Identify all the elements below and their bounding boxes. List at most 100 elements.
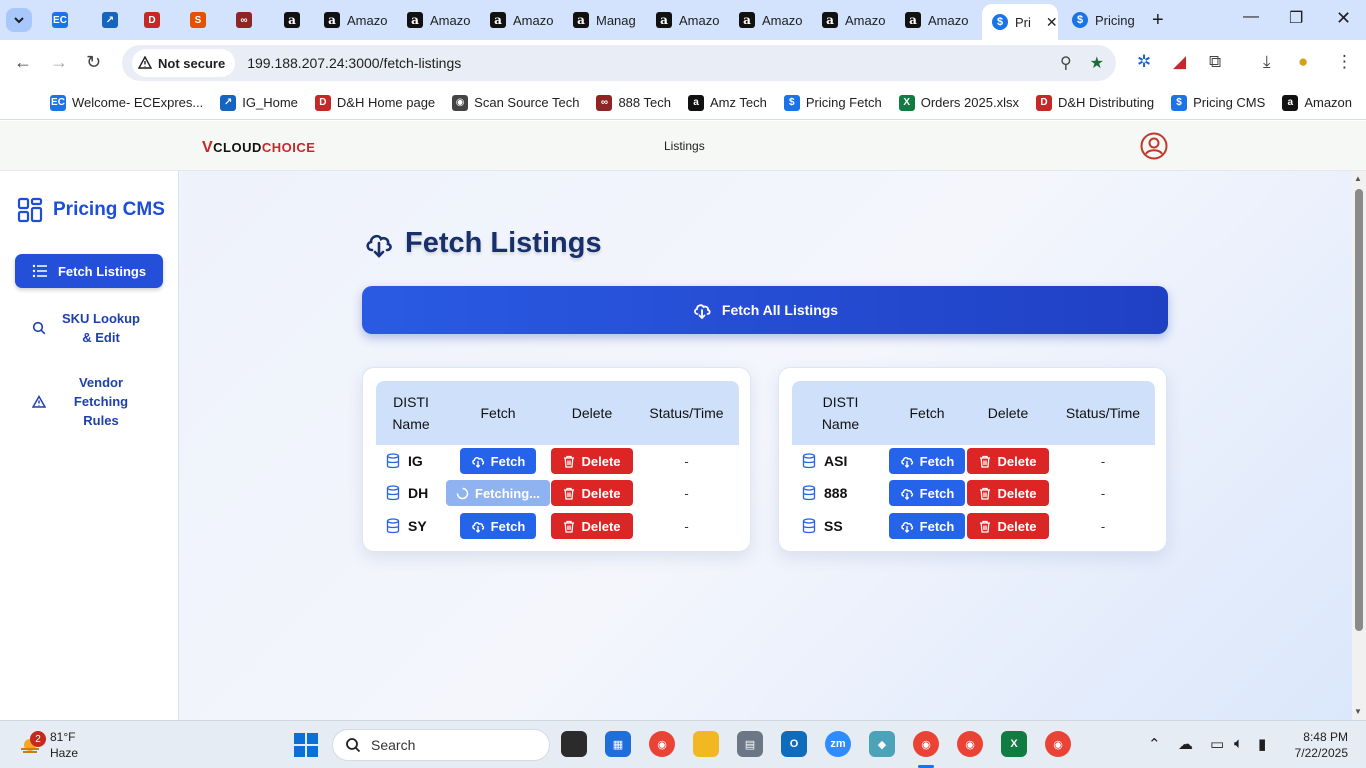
delete-button[interactable]: Delete <box>967 513 1049 539</box>
browser-toolbar: ← → ↻ Not secure 199.188.207.24:3000/fet… <box>0 40 1366 86</box>
onedrive-icon[interactable]: ☁ <box>1178 735 1193 753</box>
back-icon[interactable]: ← <box>14 52 32 73</box>
browser-tab[interactable]: a Amazo <box>397 4 477 36</box>
bookmark-star-icon[interactable]: ★ <box>1090 53 1104 73</box>
security-chip[interactable]: Not secure <box>132 49 236 77</box>
zoom-icon[interactable]: ⚲ <box>1060 53 1072 73</box>
bookmark-item[interactable]: D D&H Home page <box>314 94 435 111</box>
browser-tab[interactable]: a Amazo <box>812 4 892 36</box>
url-text[interactable]: 199.188.207.24:3000/fetch-listings <box>247 55 461 71</box>
page-scrollbar[interactable]: ▲ ▼ <box>1352 171 1366 720</box>
bookmark-item[interactable]: ◉ Scan Source Tech <box>452 94 579 111</box>
tray-chevron-icon[interactable]: ⌃ <box>1148 735 1161 753</box>
display-icon[interactable]: ▭ <box>1210 735 1224 753</box>
browser-tab[interactable]: ↗ <box>92 4 130 36</box>
extensions-puzzle-icon[interactable]: ⧉ <box>1209 52 1221 72</box>
taskbar-search-box[interactable]: Search <box>332 729 550 761</box>
fetch-button[interactable]: Fetch <box>889 448 965 474</box>
bookmark-item[interactable]: $ Pricing Fetch <box>783 94 882 111</box>
nav-listings-link[interactable]: Listings <box>664 139 705 153</box>
browser-tab[interactable]: D <box>134 4 174 36</box>
fetch-button[interactable]: Fetch <box>460 448 536 474</box>
volume-icon[interactable]: 🔈︎ <box>1234 735 1243 752</box>
delete-button[interactable]: Delete <box>967 448 1049 474</box>
browser-tab[interactable]: a <box>274 4 310 36</box>
reload-icon[interactable]: ↻ <box>86 52 101 73</box>
address-bar[interactable]: Not secure 199.188.207.24:3000/fetch-lis… <box>122 45 1116 81</box>
scroll-up-icon[interactable]: ▲ <box>1354 174 1362 183</box>
amazon-icon: a <box>905 12 921 28</box>
browser-tab[interactable]: EC <box>42 4 82 36</box>
sidebar-item-sku-lookup[interactable]: SKU Lookup & Edit <box>15 309 163 347</box>
calculator-icon[interactable]: ▤ <box>737 731 763 757</box>
delete-button[interactable]: Delete <box>967 480 1049 506</box>
delete-button[interactable]: Delete <box>551 513 633 539</box>
vcloudchoice-logo[interactable]: VCLOUDCHOICE <box>202 139 315 157</box>
chrome-profile-2-icon[interactable]: ◉ <box>957 731 983 757</box>
browser-tab[interactable]: a Amazo <box>895 4 975 36</box>
browser-tab[interactable]: S <box>180 4 220 36</box>
weather-widget[interactable]: 2 81°F Haze <box>18 729 78 761</box>
amazon-icon: a <box>324 12 340 28</box>
bookmark-favicon-icon: $ <box>783 94 800 111</box>
maximize-icon[interactable]: ❐ <box>1289 8 1303 28</box>
delete-button[interactable]: Delete <box>551 448 633 474</box>
browser-tab[interactable]: $ Pricing <box>1062 4 1146 36</box>
system-clock[interactable]: 8:48 PM 7/22/2025 <box>1290 729 1348 761</box>
download-icon[interactable]: ⤓ <box>1263 52 1271 72</box>
bookmark-item[interactable]: a Amazon <box>1282 94 1352 111</box>
bookmark-item[interactable]: $ Pricing CMS <box>1171 94 1265 111</box>
browser-tab[interactable]: a Amazo <box>729 4 809 36</box>
fetch-button[interactable]: Fetch <box>889 480 965 506</box>
browser-tab[interactable]: a Amazo <box>646 4 726 36</box>
new-tab-icon[interactable]: + <box>1152 9 1164 32</box>
tab-search-button[interactable] <box>6 8 32 32</box>
sidebar-item-fetch-listings[interactable]: Fetch Listings <box>15 254 163 288</box>
fetch-button[interactable]: Fetch <box>889 513 965 539</box>
battery-icon[interactable]: ▮ <box>1258 735 1266 753</box>
scroll-down-icon[interactable]: ▼ <box>1354 707 1362 716</box>
pdf-extension-icon[interactable]: ◢ <box>1173 52 1186 72</box>
bookmark-favicon-icon: a <box>1282 94 1299 111</box>
task-view-icon[interactable] <box>561 731 587 757</box>
chrome-profile-3-icon[interactable]: ◉ <box>1045 731 1071 757</box>
more-menu-icon[interactable]: ⋮ <box>1336 52 1353 72</box>
user-avatar-icon[interactable] <box>1140 132 1168 160</box>
store-icon[interactable]: ▦ <box>605 731 631 757</box>
extension-icon[interactable]: ✲ <box>1137 52 1151 72</box>
browser-tab[interactable]: $ Pri ✕ <box>982 4 1058 40</box>
chrome-icon[interactable]: ◉ <box>649 731 675 757</box>
windows-start-icon[interactable] <box>294 733 318 757</box>
diamond-app-icon[interactable]: ◆ <box>869 731 895 757</box>
zoom-app-icon[interactable]: zm <box>825 731 851 757</box>
cloud-download-icon <box>900 489 913 500</box>
file-explorer-icon[interactable] <box>693 731 719 757</box>
profile-avatar-icon[interactable]: ● <box>1298 52 1308 72</box>
scrollbar-thumb[interactable] <box>1355 189 1363 631</box>
spinner-icon <box>456 487 469 499</box>
browser-tab[interactable]: a Amazo <box>314 4 394 36</box>
bookmark-favicon-icon: D <box>1035 94 1052 111</box>
forward-icon[interactable]: → <box>50 52 68 73</box>
outlook-icon[interactable]: O <box>781 731 807 757</box>
app-header: VCLOUDCHOICE Listings <box>0 121 1366 171</box>
minimize-icon[interactable]: — <box>1243 8 1259 26</box>
sidebar-item-vendor-rules[interactable]: Vendor Fetching Rules <box>15 373 163 430</box>
bookmark-item[interactable]: a Amz Tech <box>687 94 767 111</box>
browser-tab[interactable]: a Amazo <box>480 4 560 36</box>
chrome-profile-icon[interactable]: ◉ <box>913 731 939 757</box>
close-window-icon[interactable]: ✕ <box>1336 8 1351 29</box>
tab-close-icon[interactable]: ✕ <box>1046 14 1058 31</box>
fetch-button[interactable]: Fetch <box>460 513 536 539</box>
bookmark-item[interactable]: D D&H Distributing <box>1035 94 1154 111</box>
fetching-button[interactable]: Fetching... <box>446 480 550 506</box>
bookmark-item[interactable]: ∞ 888 Tech <box>596 94 671 111</box>
bookmark-item[interactable]: X Orders 2025.xlsx <box>898 94 1019 111</box>
bookmark-item[interactable]: ↗ IG_Home <box>220 94 298 111</box>
browser-tab[interactable]: a Manag <box>563 4 643 36</box>
bookmark-item[interactable]: EC Welcome- ECExpres... <box>50 94 203 111</box>
delete-button[interactable]: Delete <box>551 480 633 506</box>
excel-icon[interactable]: X <box>1001 731 1027 757</box>
browser-tab[interactable]: ∞ <box>226 4 266 36</box>
fetch-all-listings-button[interactable]: Fetch All Listings <box>362 286 1168 334</box>
